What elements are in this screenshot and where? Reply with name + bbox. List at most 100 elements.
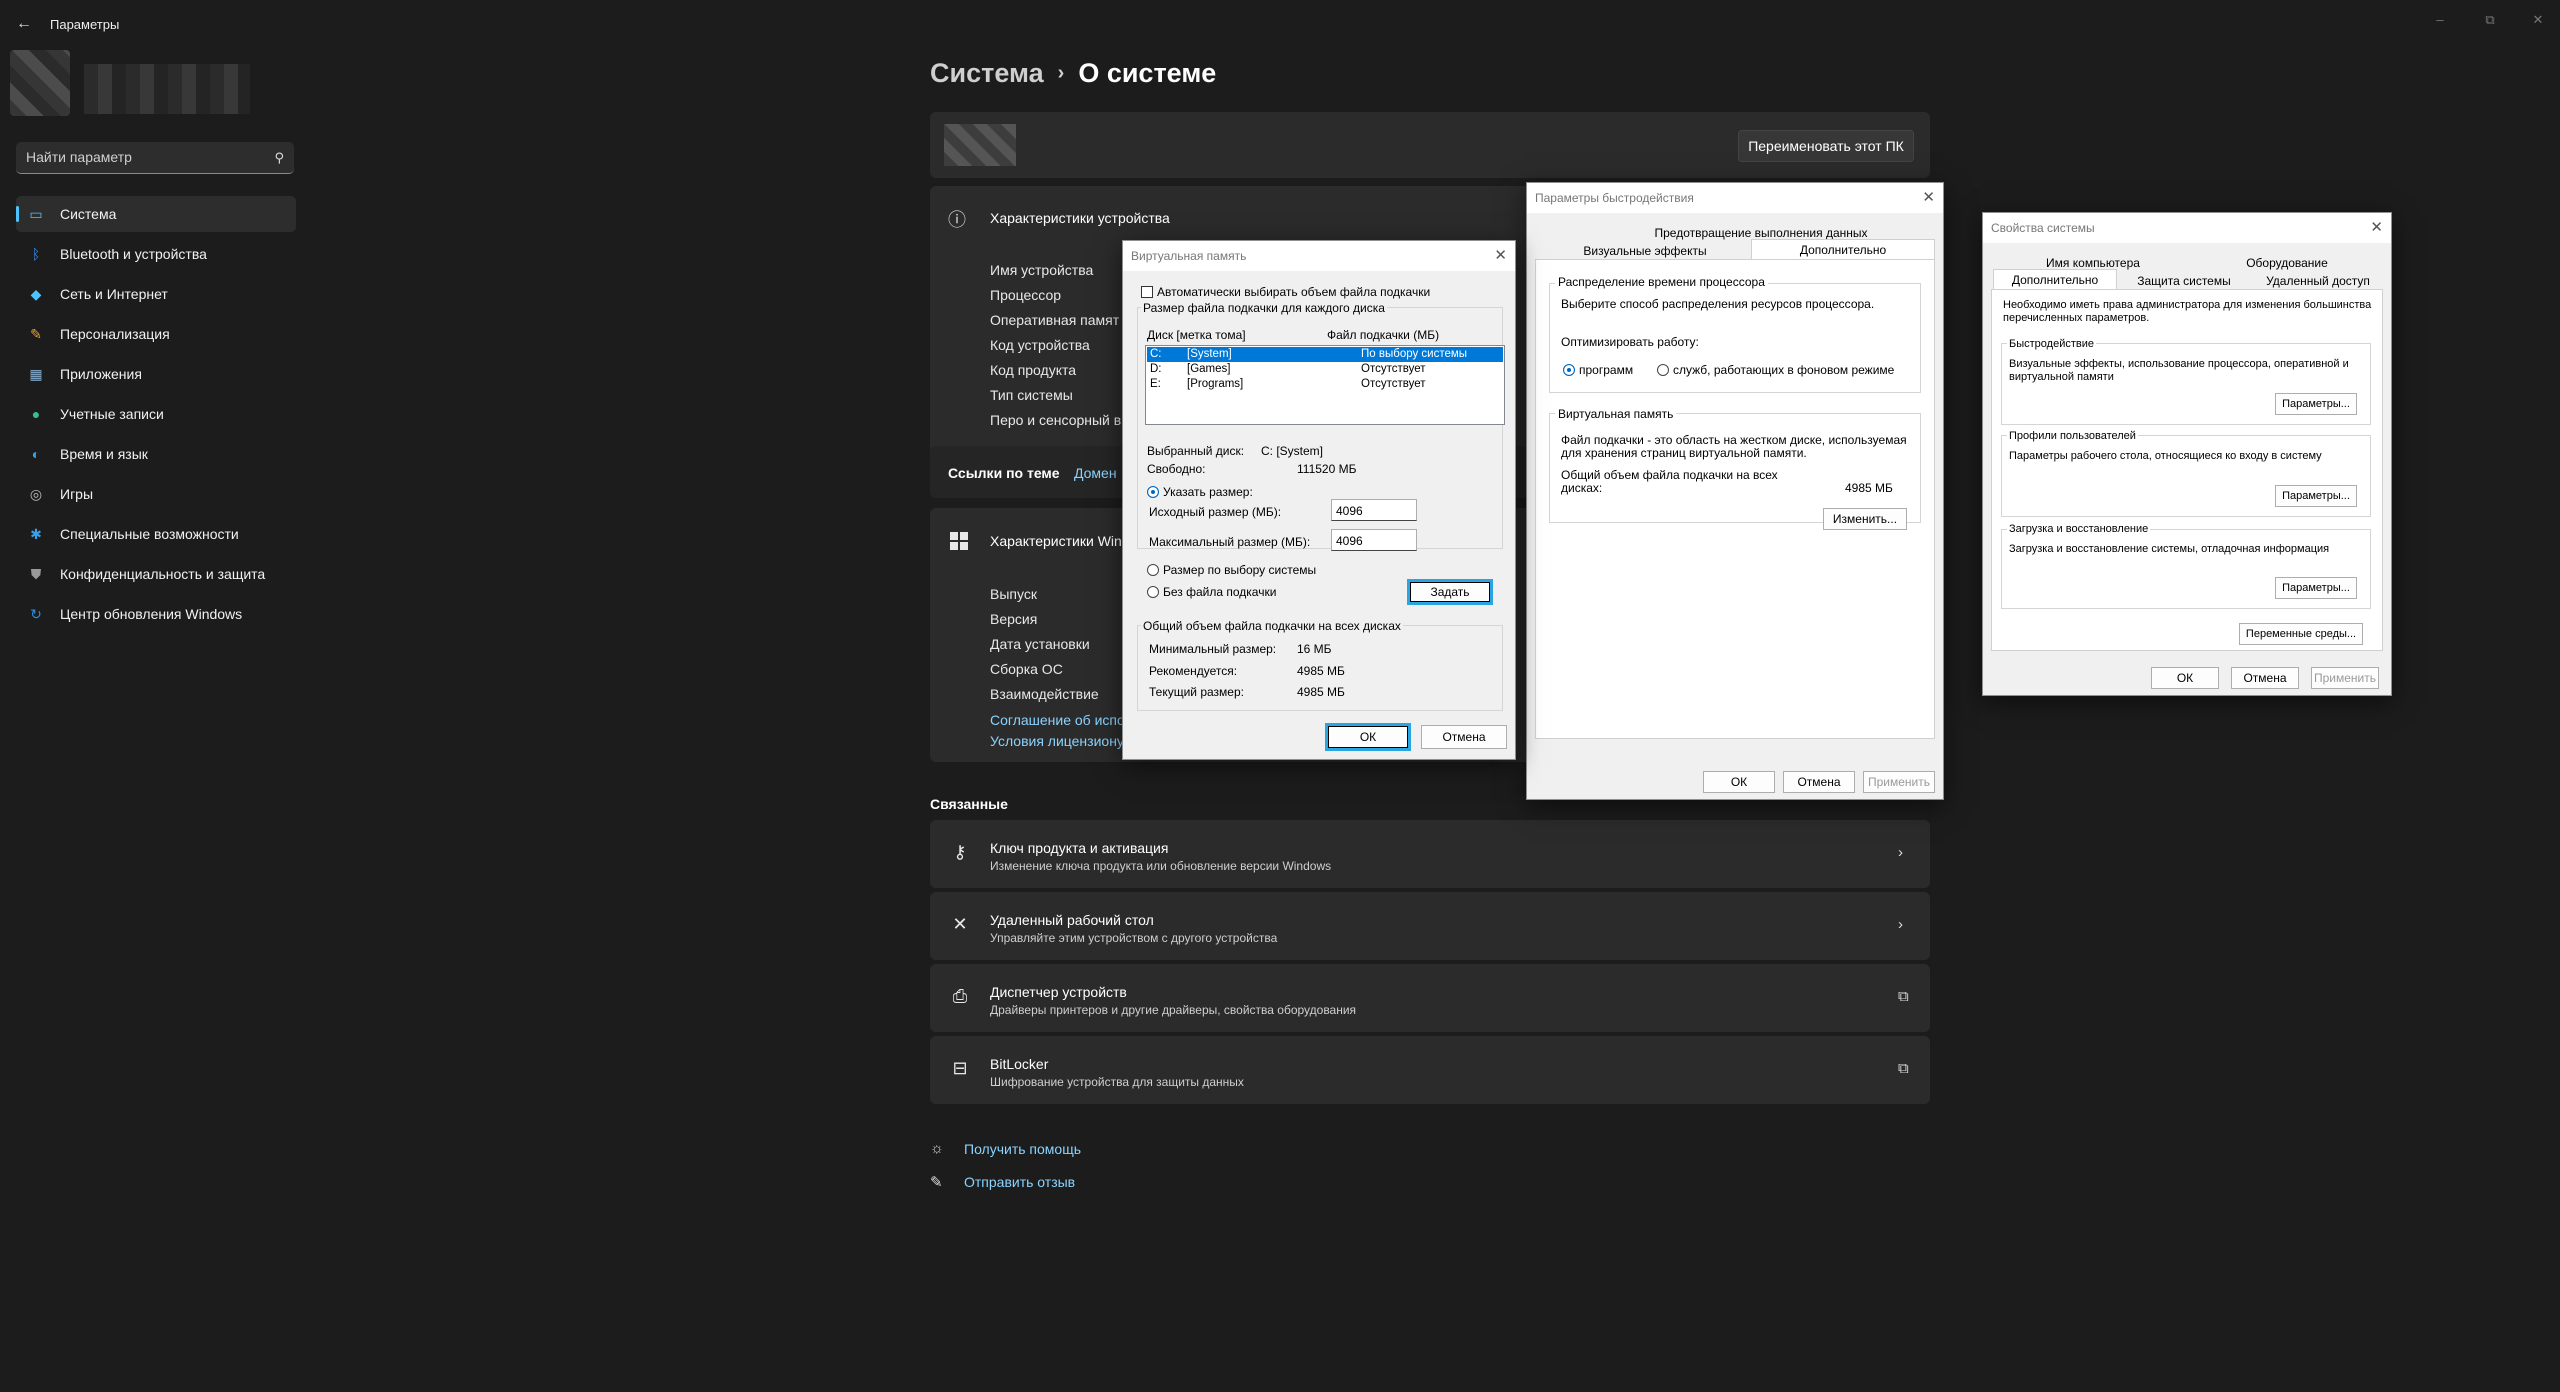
- person-icon: ●: [31, 406, 41, 422]
- feedback-icon: ✎: [930, 1174, 943, 1191]
- cancel-button[interactable]: Отмена: [1783, 771, 1855, 793]
- wifi-icon: ◆: [30, 285, 42, 302]
- sidebar-item-2[interactable]: ◆ Сеть и Интернет: [16, 276, 296, 312]
- startup-recovery-desc: Загрузка и восстановление системы, отлад…: [2009, 543, 2330, 555]
- ok-button[interactable]: ОК: [1703, 771, 1775, 793]
- initial-size-input[interactable]: 4096: [1331, 499, 1417, 521]
- app-title: Параметры: [50, 17, 120, 32]
- maximize-icon[interactable]: ⧉: [2476, 6, 2504, 34]
- performance-options-dialog: Параметры быстродействия ✕ Предотвращени…: [1526, 182, 1944, 800]
- close-icon[interactable]: ✕: [1494, 246, 1507, 264]
- system-managed-label: Размер по выбору системы: [1163, 563, 1317, 577]
- sidebar-item-4[interactable]: ▦ Приложения: [16, 356, 296, 392]
- gamepad-icon: ◎: [29, 485, 43, 502]
- dialog-title-bar: Свойства системы ✕: [1983, 213, 2391, 243]
- system-properties-dialog: Свойства системы ✕ Имя компьютера Оборуд…: [1982, 212, 2392, 696]
- get-help-link[interactable]: Получить помощь: [964, 1141, 1081, 1157]
- max-size-input[interactable]: 4096: [1331, 529, 1417, 551]
- user-profiles-settings-button[interactable]: Параметры...: [2275, 485, 2357, 507]
- ok-button[interactable]: ОК: [2151, 667, 2219, 689]
- rename-pc-button[interactable]: Переименовать этот ПК: [1738, 130, 1914, 162]
- avatar[interactable]: [10, 50, 70, 116]
- user-profiles-group-title: Профили пользователей: [2007, 430, 2138, 442]
- profile-name-redacted: [84, 64, 250, 114]
- minimize-icon[interactable]: –: [2426, 6, 2454, 34]
- no-paging-radio[interactable]: [1147, 586, 1159, 598]
- services-label: служб, работающих в фоновом режиме: [1673, 363, 1895, 377]
- breadcrumb-parent[interactable]: Система: [930, 58, 1044, 88]
- apply-button[interactable]: Применить: [2311, 667, 2379, 689]
- key-icon: ⚷: [953, 842, 967, 862]
- vm-group-title: Виртуальная память: [1555, 407, 1677, 421]
- sync-icon: ↻: [30, 605, 42, 622]
- sidebar-item-7[interactable]: ◎ Игры: [16, 476, 296, 512]
- related-item-subtitle: Шифрование устройства для защиты данных: [990, 1075, 1244, 1089]
- total-paging-group-title: Общий объем файла подкачки на всех диска…: [1141, 619, 1403, 633]
- startup-recovery-group-title: Загрузка и восстановление: [2007, 523, 2151, 535]
- sidebar-item-9[interactable]: ⛊ Конфиденциальность и защита: [16, 556, 296, 592]
- min-size-label: Минимальный размер:: [1149, 642, 1277, 656]
- device-spec-label: Оперативная памят: [990, 312, 1120, 328]
- tab-advanced[interactable]: Дополнительно: [1993, 269, 2117, 289]
- feedback-link[interactable]: Отправить отзыв: [964, 1174, 1075, 1190]
- vm-desc-line2: для хранения страниц виртуальной памяти.: [1561, 446, 1807, 460]
- related-item[interactable]: [930, 1036, 1930, 1104]
- sidebar-item-10[interactable]: ↻ Центр обновления Windows: [16, 596, 296, 632]
- ok-button[interactable]: ОК: [1325, 723, 1411, 751]
- tab-visual-effects[interactable]: Визуальные эффекты: [1537, 241, 1753, 261]
- admin-note-line1: Необходимо иметь права администратора дл…: [2003, 299, 2372, 311]
- apply-button[interactable]: Применить: [1863, 771, 1935, 793]
- tab-system-protection[interactable]: Защита системы: [2117, 271, 2251, 291]
- drive-list[interactable]: C: [System] По выбору системы D: [Games] Отсу…: [1145, 345, 1505, 425]
- system-managed-radio[interactable]: [1147, 564, 1159, 576]
- device-spec-label: Перо и сенсорный в: [990, 412, 1122, 428]
- startup-recovery-settings-button[interactable]: Параметры...: [2275, 577, 2357, 599]
- close-icon[interactable]: ✕: [1922, 188, 1935, 206]
- tab-hardware[interactable]: Оборудование: [2189, 253, 2385, 273]
- related-item-subtitle: Драйверы принтеров и другие драйверы, св…: [990, 1003, 1357, 1017]
- tab-remote-access[interactable]: Удаленный доступ: [2251, 271, 2385, 291]
- programs-radio[interactable]: [1563, 364, 1575, 376]
- set-button[interactable]: Задать: [1407, 579, 1493, 605]
- lock-drive-icon: ⊟: [952, 1058, 968, 1078]
- auto-paging-checkbox[interactable]: [1141, 286, 1153, 298]
- performance-group-title: Быстродействие: [2007, 338, 2096, 350]
- search-box[interactable]: ⚲: [16, 142, 294, 174]
- cancel-button[interactable]: Отмена: [1421, 725, 1507, 749]
- custom-size-radio[interactable]: [1147, 486, 1159, 498]
- license-terms-link[interactable]: Условия лицензиону: [990, 733, 1124, 749]
- current-size-label: Текущий размер:: [1149, 685, 1244, 699]
- sidebar-item-0[interactable]: ▭ Система: [16, 196, 296, 232]
- sidebar-item-5[interactable]: ● Учетные записи: [16, 396, 296, 432]
- drive-paging-size: По выбору системы: [1361, 348, 1468, 360]
- back-arrow-icon[interactable]: ←: [12, 12, 36, 36]
- search-icon[interactable]: ⚲: [274, 150, 284, 166]
- sidebar-item-1[interactable]: ᛒ Bluetooth и устройства: [16, 236, 296, 272]
- performance-settings-button[interactable]: Параметры...: [2275, 393, 2357, 415]
- display-icon: ▭: [29, 205, 43, 222]
- remote-desktop-icon: ✕: [952, 914, 968, 934]
- drive-label: [Games]: [1187, 363, 1231, 375]
- performance-desc-line1: Визуальные эффекты, использование процес…: [2009, 358, 2349, 370]
- dialog-title: Свойства системы: [1991, 221, 2095, 235]
- change-button[interactable]: Изменить...: [1823, 508, 1907, 530]
- drive-row[interactable]: D: [Games] Отсутствует: [1147, 362, 1503, 377]
- domain-link[interactable]: Домен: [1074, 465, 1117, 481]
- tab-advanced[interactable]: Дополнительно: [1751, 239, 1935, 259]
- free-space-value: 111520 МБ: [1297, 462, 1357, 476]
- environment-variables-button[interactable]: Переменные среды...: [2239, 623, 2363, 645]
- windows-spec-label: Версия: [990, 611, 1038, 627]
- drive-row[interactable]: C: [System] По выбору системы: [1146, 346, 1504, 363]
- close-icon[interactable]: ✕: [2524, 6, 2552, 34]
- sidebar-item-3[interactable]: ✎ Персонализация: [16, 316, 296, 352]
- close-icon[interactable]: ✕: [2370, 218, 2383, 236]
- cancel-button[interactable]: Отмена: [2231, 667, 2299, 689]
- license-agreement-link[interactable]: Соглашение об испо: [990, 712, 1125, 728]
- drive-row[interactable]: E: [Programs] Отсутствует: [1147, 377, 1503, 392]
- search-input[interactable]: [26, 142, 256, 172]
- services-radio[interactable]: [1657, 364, 1669, 376]
- page-title: О системе: [1078, 58, 1217, 88]
- sidebar-item-6[interactable]: ◐ Время и язык: [16, 436, 296, 472]
- cpu-group-title: Распределение времени процессора: [1555, 275, 1768, 289]
- sidebar-item-8[interactable]: ✱ Специальные возможности: [16, 516, 296, 552]
